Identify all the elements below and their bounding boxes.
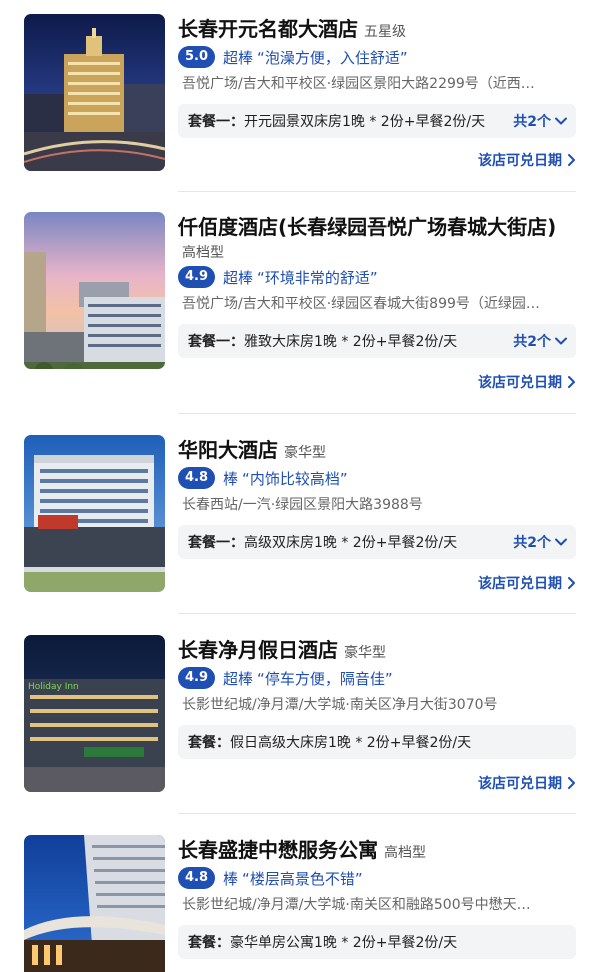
hotel-card[interactable]: 长春盛捷中懋服务公寓 高档型 4.8 棒 “楼层高景色不错” 长影世纪城/净月潭/… [0,835,600,972]
divider [178,191,576,192]
redeem-dates-link[interactable]: 该店可兑日期 [478,150,576,170]
package-label: 套餐： [188,735,230,751]
chevron-right-icon [568,154,575,166]
review-quote: “环境非常的舒适” [257,268,378,287]
hotel-photo[interactable] [24,835,165,972]
hotel-photo[interactable]: Holiday Inn [24,635,165,792]
redeem-dates-link[interactable]: 该店可兑日期 [478,372,576,392]
rating-word: 超棒 [223,669,254,688]
holiday-inn-sign: Holiday Inn [28,682,79,692]
rating-word: 超棒 [223,48,254,67]
rating-row: 4.9 超棒 “停车方便，隔音佳” [178,665,576,691]
rating-word: 超棒 [223,268,254,287]
hotel-grade: 五星级 [364,24,406,40]
chevron-right-icon [568,376,575,388]
hotel-address: 吾悦广场/吉大和平校区·绿园区景阳大路2299号（近西… [182,76,535,92]
hotel-grade: 豪华型 [344,645,386,661]
package-label: 套餐一： [188,334,244,350]
redeem-dates-label: 该店可兑日期 [478,776,562,792]
package-description: 雅致大床房1晚 * 2份+早餐2份/天 [244,334,458,350]
hotel-address: 长春西站/一汽·绿园区景阳大路3988号 [182,497,423,513]
redeem-dates-label: 该店可兑日期 [478,576,562,592]
score-badge: 4.8 [178,867,216,889]
score-badge: 4.8 [178,467,216,489]
package-description: 豪华单房公寓1晚 * 2份+早餐2份/天 [230,935,458,951]
package-row[interactable]: 套餐： 假日高级大床房1晚 * 2份+早餐2份/天 [178,725,576,759]
package-count: 共2个 [513,334,551,350]
package-row[interactable]: 套餐一： 雅致大床房1晚 * 2份+早餐2份/天 共2个 [178,324,576,358]
hotel-name[interactable]: 长春开元名都大酒店 [178,17,358,41]
hotel-list: 长春开元名都大酒店 五星级 5.0 超棒 “泡澡方便，入住舒适” 吾悦广场/吉大和… [0,0,600,972]
hotel-info: 华阳大酒店 豪华型 4.8 棒 “内饰比较高档” 长春西站/一汽·绿园区景阳大路3… [178,435,576,592]
hotel-card[interactable]: 长春开元名都大酒店 五星级 5.0 超棒 “泡澡方便，入住舒适” 吾悦广场/吉大和… [0,14,600,214]
chevron-down-icon [555,337,567,345]
rating-word: 棒 [223,469,239,488]
hotel-info: 长春盛捷中懋服务公寓 高档型 4.8 棒 “楼层高景色不错” 长影世纪城/净月潭/… [178,835,576,959]
package-label: 套餐一： [188,535,244,551]
review-quote: “楼层高景色不错” [242,869,363,888]
package-description: 高级双床房1晚 * 2份+早餐2份/天 [244,535,458,551]
rating-row: 4.8 棒 “内饰比较高档” [178,465,576,491]
hotel-info: 长春净月假日酒店 豪华型 4.9 超棒 “停车方便，隔音佳” 长影世纪城/净月潭/… [178,635,576,792]
package-row[interactable]: 套餐一： 高级双床房1晚 * 2份+早餐2份/天 共2个 [178,525,576,559]
hotel-card[interactable]: Holiday Inn 长春净月假日酒店 豪华型 4.9 超棒 “停车方便，隔音佳… [0,635,600,835]
review-quote: “泡澡方便，入住舒适” [257,48,408,67]
hotel-address: 长影世纪城/净月潭/大学城·南关区净月大街3070号 [182,697,498,713]
hotel-name[interactable]: 华阳大酒店 [178,438,278,462]
hotel-card[interactable]: 仟佰度酒店(长春绿园吾悦广场春城大街店) 高档型 4.9 超棒 “环境非常的舒适… [0,212,600,412]
rating-row: 4.9 超棒 “环境非常的舒适” [178,264,576,290]
hotel-photo[interactable] [24,212,165,369]
chevron-down-icon [555,117,567,125]
score-badge: 4.9 [178,266,216,288]
hotel-name[interactable]: 长春净月假日酒店 [178,638,338,662]
package-expand-button[interactable]: 共2个 [507,111,568,131]
chevron-right-icon [568,577,575,589]
hotel-address: 长影世纪城/净月潭/大学城·南关区和融路500号中懋天… [182,897,531,913]
package-label: 套餐一： [188,114,244,130]
hotel-address: 吾悦广场/吉大和平校区·绿园区春城大街899号（近绿园… [182,296,540,312]
hotel-grade: 高档型 [182,245,224,261]
chevron-right-icon [568,777,575,789]
package-count: 共2个 [513,114,551,130]
rating-word: 棒 [223,869,239,888]
package-description: 开元园景双床房1晚 * 2份+早餐2份/天 [244,114,486,130]
score-badge: 4.9 [178,667,216,689]
divider [178,813,576,814]
package-row[interactable]: 套餐一： 开元园景双床房1晚 * 2份+早餐2份/天 共2个 [178,104,576,138]
hotel-name[interactable]: 仟佰度酒店(长春绿园吾悦广场春城大街店) [178,215,556,239]
package-count: 共2个 [513,535,551,551]
divider [178,613,576,614]
hotel-photo[interactable] [24,14,165,171]
redeem-dates-link[interactable]: 该店可兑日期 [478,773,576,793]
package-row[interactable]: 套餐： 豪华单房公寓1晚 * 2份+早餐2份/天 [178,925,576,959]
redeem-dates-label: 该店可兑日期 [478,375,562,391]
redeem-dates-link[interactable]: 该店可兑日期 [478,573,576,593]
review-quote: “内饰比较高档” [242,469,348,488]
hotel-grade: 高档型 [384,845,426,861]
divider [178,413,576,414]
hotel-name[interactable]: 长春盛捷中懋服务公寓 [178,838,378,862]
hotel-card[interactable]: 华阳大酒店 豪华型 4.8 棒 “内饰比较高档” 长春西站/一汽·绿园区景阳大路3… [0,435,600,635]
review-quote: “停车方便，隔音佳” [257,669,393,688]
rating-row: 5.0 超棒 “泡澡方便，入住舒适” [178,44,576,70]
hotel-grade: 豪华型 [284,445,326,461]
hotel-photo[interactable] [24,435,165,592]
hotel-info: 仟佰度酒店(长春绿园吾悦广场春城大街店) 高档型 4.9 超棒 “环境非常的舒适… [178,212,576,391]
score-badge: 5.0 [178,46,216,68]
package-expand-button[interactable]: 共2个 [507,532,568,552]
package-description: 假日高级大床房1晚 * 2份+早餐2份/天 [230,735,472,751]
hotel-info: 长春开元名都大酒店 五星级 5.0 超棒 “泡澡方便，入住舒适” 吾悦广场/吉大和… [178,14,576,169]
package-expand-button[interactable]: 共2个 [507,331,568,351]
chevron-down-icon [555,538,567,546]
redeem-dates-label: 该店可兑日期 [478,153,562,169]
package-label: 套餐： [188,935,230,951]
rating-row: 4.8 棒 “楼层高景色不错” [178,865,576,891]
